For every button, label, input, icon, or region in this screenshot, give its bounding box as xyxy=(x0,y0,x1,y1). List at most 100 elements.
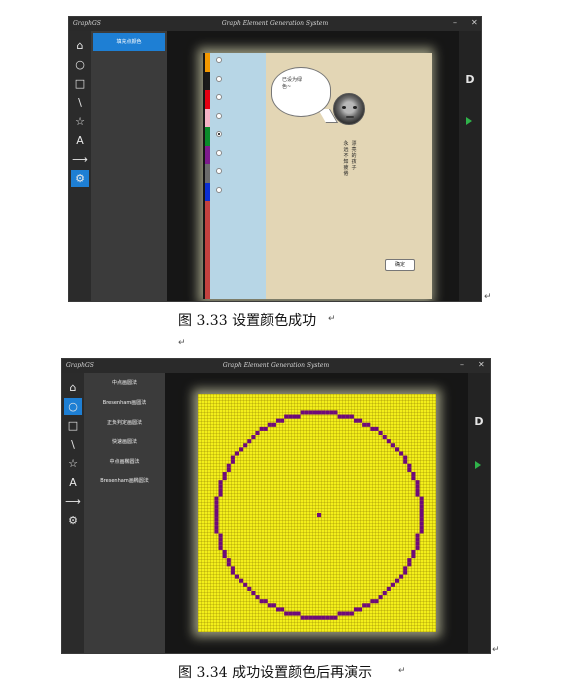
circle-pixel xyxy=(214,525,219,530)
algorithm-bresenham-ellipse[interactable]: Bresenham画椭圆法 xyxy=(84,477,165,484)
arrow-icon[interactable]: ⟶ xyxy=(64,493,82,510)
circle-pixel xyxy=(230,459,235,464)
circle-icon[interactable]: ○ xyxy=(71,56,89,73)
circle-pixel xyxy=(349,611,354,616)
circle-pixel xyxy=(280,418,285,423)
circle-pixel xyxy=(280,607,285,612)
paragraph-mark: ↵ xyxy=(178,338,186,348)
circle-pixel xyxy=(407,463,412,468)
circle-pixel xyxy=(419,529,424,534)
paragraph-mark: ↵ xyxy=(398,666,406,676)
square-icon[interactable]: □ xyxy=(64,417,82,434)
circle-pixel xyxy=(308,615,313,620)
circle-pixel xyxy=(403,455,408,460)
circle-pixel xyxy=(317,410,322,415)
paragraph-mark: ↵ xyxy=(328,314,336,324)
circle-pixel xyxy=(271,422,276,427)
home-icon[interactable]: ⌂ xyxy=(71,37,89,54)
home-icon[interactable]: ⌂ xyxy=(64,379,82,396)
text-icon[interactable]: A xyxy=(71,132,89,149)
right-toolbar: D xyxy=(459,31,481,301)
raster-circle xyxy=(214,410,424,620)
circle-pixel xyxy=(292,414,297,419)
circle-pixel xyxy=(267,422,272,427)
circle-pixel xyxy=(251,435,256,440)
circle-pixel xyxy=(239,447,244,452)
circle-pixel xyxy=(222,554,227,559)
confirm-button[interactable]: 确定 xyxy=(385,259,415,271)
circle-pixel xyxy=(288,414,293,419)
circle-pixel xyxy=(325,615,330,620)
circle-pixel xyxy=(230,570,235,575)
circle-pixel xyxy=(374,599,379,604)
circle-pixel xyxy=(390,582,395,587)
title-bar: GraphGS Graph Element Generation System … xyxy=(69,17,481,31)
circle-pixel xyxy=(378,430,383,436)
color-radio[interactable] xyxy=(216,94,222,100)
arrow-icon[interactable]: ⟶ xyxy=(71,151,89,168)
color-radio[interactable] xyxy=(216,131,222,137)
algorithm-fast-circle[interactable]: 快速画圆法 xyxy=(84,438,165,445)
color-radio[interactable] xyxy=(216,112,222,119)
circle-pixel xyxy=(259,426,264,431)
circle-pixel xyxy=(214,521,219,526)
circle-pixel xyxy=(288,611,293,616)
circle-pixel xyxy=(386,586,391,591)
circle-pixel xyxy=(419,513,424,518)
circle-pixel xyxy=(230,455,235,460)
line-icon[interactable]: \ xyxy=(71,94,89,111)
circle-pixel xyxy=(317,513,322,518)
algorithm-midpoint-circle[interactable]: 中点画圆法 xyxy=(84,379,165,386)
star-icon[interactable]: ☆ xyxy=(64,455,82,472)
title-bar: GraphGS Graph Element Generation System … xyxy=(62,359,490,373)
circle-pixel xyxy=(394,578,400,583)
color-radio[interactable] xyxy=(216,57,222,63)
gear-icon[interactable]: ⚙ xyxy=(71,170,89,187)
paragraph-mark: ↵ xyxy=(484,292,492,302)
circle-pixel xyxy=(382,435,387,440)
circle-pixel xyxy=(403,566,408,571)
fill-color-button[interactable]: 填充点颜色 xyxy=(93,33,165,51)
circle-pixel xyxy=(243,443,248,448)
square-icon[interactable]: □ xyxy=(71,75,89,92)
algorithm-sign-circle[interactable]: 正负判定画圆法 xyxy=(84,419,165,426)
color-radio[interactable] xyxy=(216,168,222,174)
circle-pixel xyxy=(419,496,424,501)
algorithm-midpoint-ellipse[interactable]: 中点画椭圆法 xyxy=(84,458,165,465)
circle-pixel xyxy=(214,504,219,509)
play-icon[interactable] xyxy=(466,117,472,125)
text-icon[interactable]: A xyxy=(64,474,82,491)
circle-pixel xyxy=(370,426,375,431)
circle-pixel xyxy=(234,451,240,456)
close-button[interactable]: ✕ xyxy=(471,18,478,27)
circle-pixel xyxy=(247,439,252,444)
color-radio[interactable] xyxy=(216,75,222,82)
circle-pixel xyxy=(214,517,219,522)
window-title: Graph Element Generation System xyxy=(221,20,329,27)
star-icon[interactable]: ☆ xyxy=(71,113,89,130)
circle-pixel xyxy=(317,615,322,620)
play-icon[interactable] xyxy=(475,461,481,469)
d-button[interactable]: D xyxy=(459,73,481,86)
minimize-button[interactable]: – xyxy=(460,360,464,369)
circle-pixel xyxy=(312,615,317,620)
circle-pixel xyxy=(304,615,309,620)
color-stripe xyxy=(205,145,210,164)
circle-pixel xyxy=(370,599,375,604)
circle-pixel xyxy=(329,615,334,620)
color-radio[interactable] xyxy=(216,186,222,193)
d-button[interactable]: D xyxy=(468,415,490,428)
close-button[interactable]: ✕ xyxy=(478,360,485,369)
line-icon[interactable]: \ xyxy=(64,436,82,453)
options-panel: 填充点颜色 xyxy=(91,31,167,301)
minimize-button[interactable]: – xyxy=(453,18,457,27)
color-radio[interactable] xyxy=(216,149,222,156)
circle-icon[interactable]: ○ xyxy=(64,398,82,415)
algorithm-panel: 中点画圆法 Bresenham画圆法 正负判定画圆法 快速画圆法 中点画椭圆法 … xyxy=(84,373,165,653)
circle-pixel xyxy=(362,603,367,608)
gear-icon[interactable]: ⚙ xyxy=(64,512,82,529)
circle-pixel xyxy=(407,558,412,563)
circle-pixel xyxy=(275,607,281,612)
algorithm-bresenham-circle[interactable]: Bresenham画圆法 xyxy=(84,399,165,406)
circle-pixel xyxy=(275,418,281,423)
